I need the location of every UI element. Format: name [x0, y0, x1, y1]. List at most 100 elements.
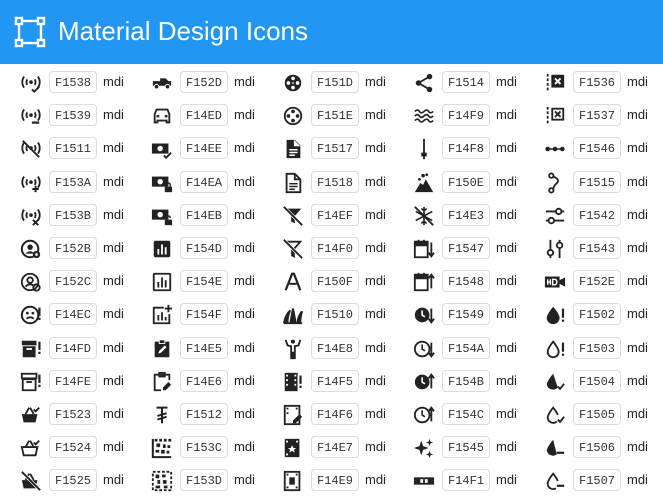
icon-entry[interactable]: F1524 mdi	[0, 431, 132, 464]
icon-entry[interactable]: F1525 mdi	[0, 464, 132, 497]
account-cog-icon	[20, 238, 42, 260]
chart-box-outline-icon	[151, 271, 173, 293]
mdi-label: mdi	[103, 372, 124, 388]
icon-entry[interactable]: F14F5 mdi	[262, 365, 394, 398]
icon-entry[interactable]: F150E mdi	[393, 166, 525, 199]
icon-entry[interactable]: F14E8 mdi	[262, 332, 394, 365]
mdi-label: mdi	[103, 273, 124, 289]
icon-entry[interactable]: F14E9 mdi	[262, 464, 394, 497]
icon-entry[interactable]: F1504 mdi	[524, 365, 656, 398]
water-minus-icon	[544, 437, 566, 459]
icon-entry[interactable]: F14F0 mdi	[262, 232, 394, 265]
codepoint-label: F14E6	[180, 369, 229, 392]
icon-entry[interactable]: F1511 mdi	[0, 132, 132, 165]
codepoint-label: F152C	[49, 270, 98, 293]
chart-box-plus-outline-icon	[151, 304, 173, 326]
icon-entry[interactable]: F1546 mdi	[524, 132, 656, 165]
mdi-label: mdi	[365, 406, 386, 421]
icon-entry[interactable]: F14F1 mdi	[393, 464, 525, 497]
icon-entry[interactable]: F150F mdi	[262, 265, 394, 298]
icon-entry[interactable]: F14ED mdi	[131, 99, 263, 132]
mdi-label: mdi	[627, 107, 648, 123]
icon-entry[interactable]: F152D mdi	[131, 66, 263, 99]
icon-entry[interactable]: F154A mdi	[393, 332, 525, 365]
icon-entry[interactable]: F14EA mdi	[131, 166, 263, 199]
codepoint-label: F1515	[573, 170, 622, 193]
mdi-label: mdi	[496, 240, 517, 255]
icon-entry[interactable]: F14EF mdi	[262, 199, 394, 232]
icon-entry[interactable]: F1537 mdi	[524, 99, 656, 132]
icon-entry[interactable]: F151E mdi	[262, 99, 394, 132]
icon-entry[interactable]: F1538 mdi	[0, 66, 132, 99]
icon-entry[interactable]: F1539 mdi	[0, 99, 132, 132]
icon-entry[interactable]: F154E mdi	[131, 265, 263, 298]
mdi-label: mdi	[496, 406, 517, 421]
icon-entry[interactable]: F1548 mdi	[393, 265, 525, 298]
codepoint-label: F1542	[573, 203, 622, 226]
mdi-label: mdi	[103, 472, 124, 488]
icon-entry[interactable]: F1506 mdi	[524, 431, 656, 464]
icon-entry[interactable]: F1545 mdi	[393, 431, 525, 464]
clock-arrow-down-icon	[413, 304, 435, 326]
icon-entry[interactable]: F14FE mdi	[0, 365, 132, 398]
data-matrix-scan-icon	[151, 470, 173, 492]
icon-entry[interactable]: F154D mdi	[131, 232, 263, 265]
icon-entry[interactable]: F153A mdi	[0, 166, 132, 199]
icon-entry[interactable]: F1515 mdi	[524, 166, 656, 199]
mdi-label: mdi	[103, 74, 124, 89]
icon-entry[interactable]: F14F9 mdi	[393, 99, 525, 132]
icon-entry[interactable]: F14FD mdi	[0, 332, 132, 365]
icon-entry[interactable]: F14E5 mdi	[131, 332, 263, 365]
icon-entry[interactable]: F1507 mdi	[524, 464, 656, 497]
emoticon-alert-icon	[20, 304, 42, 326]
icon-entry[interactable]: F153D mdi	[131, 464, 263, 497]
icon-entry[interactable]: F14E3 mdi	[393, 199, 525, 232]
dots-connected-icon	[544, 138, 566, 160]
icon-entry[interactable]: F14EB mdi	[131, 199, 263, 232]
icon-entry[interactable]: F1510 mdi	[262, 298, 394, 331]
icon-entry[interactable]: F153C mdi	[131, 431, 263, 464]
tune-horizontal-icon	[544, 205, 566, 227]
icon-entry[interactable]: F152E mdi	[524, 265, 656, 298]
icon-entry[interactable]: F1514 mdi	[393, 66, 525, 99]
icon-entry[interactable]: F1549 mdi	[393, 298, 525, 331]
icon-entry[interactable]: F1517 mdi	[262, 132, 394, 165]
film-alert-icon	[282, 371, 304, 393]
codepoint-label: F1517	[311, 137, 360, 160]
mdi-label: mdi	[234, 173, 255, 189]
mdi-label: mdi	[234, 107, 255, 123]
codepoint-label: F1504	[573, 369, 622, 392]
clock-arrow-up-outline-icon	[413, 404, 435, 426]
icon-entry[interactable]: F1536 mdi	[524, 66, 656, 99]
format-font-icon	[282, 271, 304, 293]
icon-entry[interactable]: F14EE mdi	[131, 132, 263, 165]
icon-entry[interactable]: F14E6 mdi	[131, 365, 263, 398]
icon-entry[interactable]: F1542 mdi	[524, 199, 656, 232]
codepoint-label: F1543	[573, 237, 622, 259]
icon-entry[interactable]: F14E7 mdi	[262, 431, 394, 464]
icon-entry[interactable]: F1547 mdi	[393, 232, 525, 265]
icon-entry[interactable]: F1505 mdi	[524, 398, 656, 431]
icon-entry[interactable]: F1518 mdi	[262, 166, 394, 199]
landslide-icon	[413, 172, 435, 194]
codepoint-label: F1549	[442, 303, 491, 326]
level-icon	[413, 470, 435, 492]
icon-entry[interactable]: F154C mdi	[393, 398, 525, 431]
icon-entry[interactable]: F154F mdi	[131, 298, 263, 331]
mdi-label: mdi	[627, 339, 648, 355]
icon-entry[interactable]: F14F6 mdi	[262, 398, 394, 431]
icon-entry[interactable]: F154B mdi	[393, 365, 525, 398]
icon-entry[interactable]: F1523 mdi	[0, 398, 132, 431]
icon-entry[interactable]: F1502 mdi	[524, 298, 656, 331]
icon-entry[interactable]: F152C mdi	[0, 265, 132, 298]
icon-entry[interactable]: F1512 mdi	[131, 398, 263, 431]
codepoint-label: F14ED	[180, 104, 229, 127]
icon-entry[interactable]: F153B mdi	[0, 199, 132, 232]
icon-entry[interactable]: F14EC mdi	[0, 298, 132, 331]
icon-entry[interactable]: F1543 mdi	[524, 232, 656, 265]
icon-entry[interactable]: F151D mdi	[262, 66, 394, 99]
icon-entry[interactable]: F152B mdi	[0, 232, 132, 265]
icon-entry[interactable]: F1503 mdi	[524, 332, 656, 365]
icon-entry[interactable]: F14F8 mdi	[393, 132, 525, 165]
basket-off-icon	[20, 470, 42, 492]
